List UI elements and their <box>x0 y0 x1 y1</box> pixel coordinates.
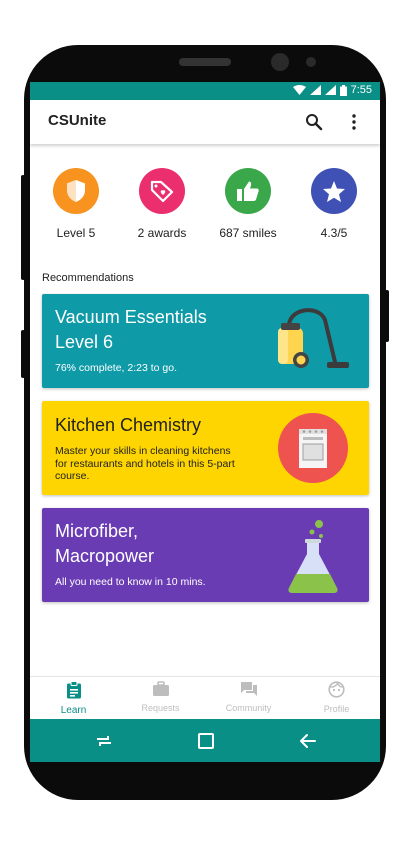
stat-smiles[interactable]: 687 smiles <box>203 168 293 240</box>
nav-label: Learn <box>60 705 87 716</box>
stat-level[interactable]: Level 5 <box>31 168 121 240</box>
recommendations-heading: Recommendations <box>42 272 134 284</box>
flask-icon <box>263 514 363 596</box>
card-subtitle: Master your skills in cleaning kitchens … <box>55 445 235 482</box>
recents-icon[interactable] <box>94 731 114 751</box>
stat-label: 687 smiles <box>219 226 277 240</box>
nav-requests[interactable]: Requests <box>117 681 204 713</box>
star-icon <box>311 168 357 214</box>
volume-button <box>21 175 25 280</box>
nav-label: Requests <box>141 703 180 713</box>
front-camera <box>271 53 289 71</box>
card-subtitle: All you need to know in 10 mins. <box>55 576 206 588</box>
battery-icon <box>339 84 347 96</box>
card-title-line: Level 6 <box>55 332 114 352</box>
status-bar: 7:55 <box>30 82 380 100</box>
stove-icon <box>263 407 363 489</box>
screen: 7:55 CSUnite Level 5 2 awards 687 smiles… <box>30 82 380 762</box>
status-time: 7:55 <box>350 84 372 96</box>
app-bar: CSUnite <box>30 100 380 144</box>
card-title-line: Vacuum Essentials <box>55 307 207 327</box>
wifi-icon <box>292 85 306 95</box>
clipboard-icon <box>66 681 81 699</box>
face-icon <box>328 681 345 698</box>
bottom-navigation: Learn Requests Community Profile <box>30 676 380 719</box>
stats-row: Level 5 2 awards 687 smiles 4.3/5 <box>30 168 380 248</box>
signal-icon <box>309 85 321 95</box>
card-title-line: Macropower <box>55 546 155 566</box>
shield-icon <box>53 168 99 214</box>
status-icons: 7:55 <box>292 84 372 96</box>
nav-label: Profile <box>323 704 350 714</box>
stat-label: 2 awards <box>137 226 187 240</box>
signal-icon <box>324 85 336 95</box>
stat-awards[interactable]: 2 awards <box>117 168 207 240</box>
course-card-microfiber[interactable]: Microfiber, Macropower All you need to k… <box>42 508 369 602</box>
earpiece-speaker <box>179 58 231 66</box>
side-button <box>21 330 25 378</box>
tag-heart-icon <box>139 168 185 214</box>
nav-community[interactable]: Community <box>205 681 292 713</box>
system-nav-bar <box>30 719 380 762</box>
search-icon[interactable] <box>304 112 324 132</box>
app-title: CSUnite <box>48 112 107 129</box>
nav-profile[interactable]: Profile <box>293 681 380 714</box>
back-icon[interactable] <box>298 731 318 751</box>
stat-rating[interactable]: 4.3/5 <box>289 168 379 240</box>
nav-label: Community <box>225 703 272 713</box>
vacuum-icon <box>263 300 363 382</box>
briefcase-icon <box>152 681 169 696</box>
more-vert-icon[interactable] <box>344 112 364 132</box>
card-title-line: Microfiber, <box>55 521 139 541</box>
thumbs-up-icon <box>225 168 271 214</box>
card-title-line: Kitchen Chemistry <box>55 415 202 435</box>
course-card-kitchen[interactable]: Kitchen Chemistry Master your skills in … <box>42 401 369 495</box>
stat-label: Level 5 <box>56 226 96 240</box>
card-subtitle: 76% complete, 2:23 to go. <box>55 362 177 374</box>
course-card-vacuum[interactable]: Vacuum Essentials Level 6 76% complete, … <box>42 294 369 388</box>
chat-icon <box>240 682 257 696</box>
home-icon[interactable] <box>196 731 216 751</box>
front-sensor <box>306 57 316 67</box>
stat-label: 4.3/5 <box>320 226 348 240</box>
nav-learn[interactable]: Learn <box>30 681 117 716</box>
power-button <box>385 290 389 342</box>
